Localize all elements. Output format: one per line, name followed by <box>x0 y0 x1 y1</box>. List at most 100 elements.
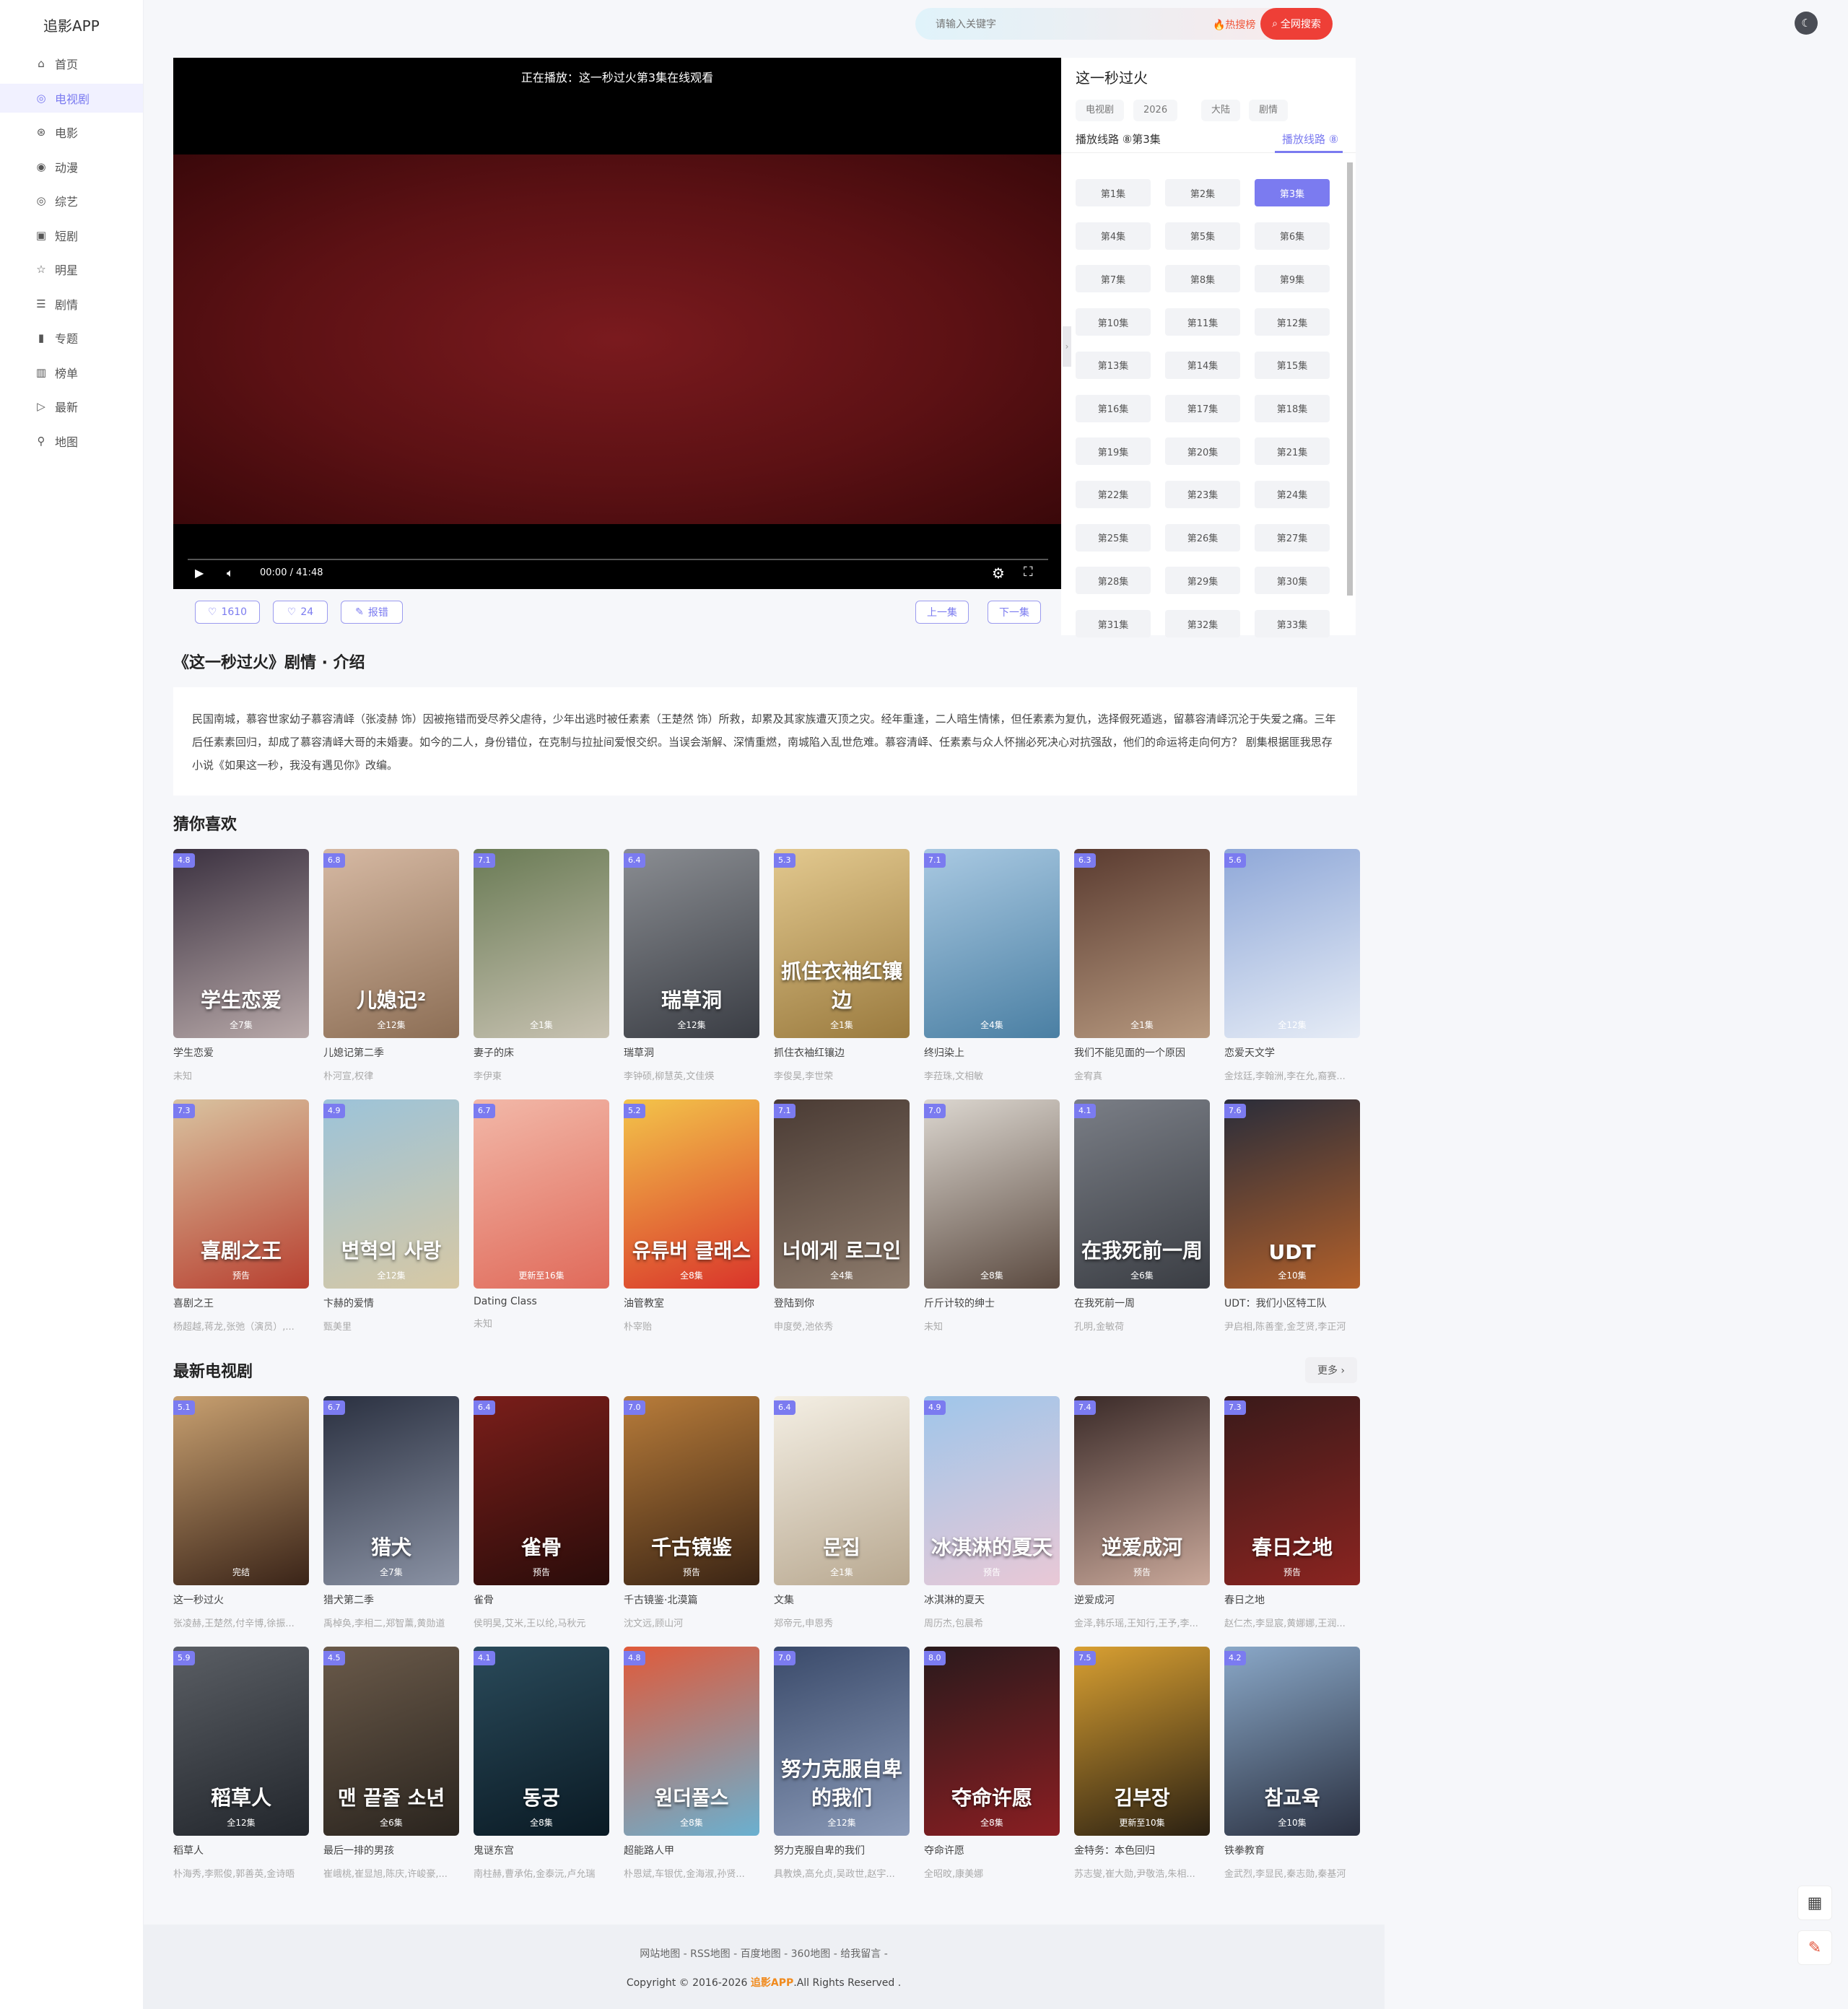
poster-image[interactable]: 7.1 너에게 로그인 全4集 <box>774 1099 910 1289</box>
episode-button[interactable]: 第20集 <box>1165 437 1240 466</box>
card-title[interactable]: 抓住衣袖红镶边 <box>774 1045 910 1060</box>
episode-button[interactable]: 第19集 <box>1076 437 1151 466</box>
poster-image[interactable]: 7.0 千古镜鉴 预告 <box>624 1396 759 1585</box>
media-card[interactable]: 4.9 冰淇淋的夏天 预告 冰淇淋的夏天 周历杰,包晨希 <box>924 1396 1060 1629</box>
volume-icon[interactable]: 🔈︎ <box>227 566 234 580</box>
card-title[interactable]: 冰淇淋的夏天 <box>924 1592 1060 1607</box>
episode-button[interactable]: 第2集 <box>1165 179 1240 206</box>
media-card[interactable]: 6.7 更新至16集 Dating Class 未知 <box>474 1099 609 1330</box>
episode-button[interactable]: 第3集 <box>1255 179 1330 206</box>
poster-image[interactable]: 4.5 맨 끝줄 소년 全6集 <box>323 1647 459 1836</box>
poster-image[interactable]: 7.0 努力克服自卑的我们 全12集 <box>774 1647 910 1836</box>
poster-image[interactable]: 6.4 문집 全1集 <box>774 1396 910 1585</box>
media-card[interactable]: 7.3 喜剧之王 预告 喜剧之王 杨超越,蒋龙,张弛（演员）,... <box>173 1099 309 1333</box>
poster-image[interactable]: 7.1 全1集 <box>474 849 609 1038</box>
play-icon[interactable]: ▶ <box>195 566 204 580</box>
footer-link[interactable]: 360地图 <box>791 1948 831 1960</box>
episode-button[interactable]: 第26集 <box>1165 523 1240 552</box>
poster-image[interactable]: 5.1 完结 <box>173 1396 309 1585</box>
episode-button[interactable]: 第16集 <box>1076 394 1151 422</box>
footer-brand[interactable]: 追影APP <box>751 1977 793 1989</box>
episode-button[interactable]: 第23集 <box>1165 480 1240 508</box>
poster-image[interactable]: 7.5 김부장 更新至10集 <box>1074 1647 1210 1836</box>
card-title[interactable]: 在我死前一周 <box>1074 1296 1210 1310</box>
poster-image[interactable]: 6.3 全1集 <box>1074 849 1210 1038</box>
episode-button[interactable]: 第30集 <box>1255 567 1330 595</box>
next-episode-button[interactable]: 下一集 <box>988 601 1041 624</box>
media-card[interactable]: 4.9 변혁의 사랑 全12集 卞赫的爱情 甄美里 <box>323 1099 459 1333</box>
collapse-panel-button[interactable]: › <box>1063 326 1071 367</box>
sidebar-item[interactable]: ⚲ 地图 <box>35 427 143 456</box>
episode-button[interactable]: 第9集 <box>1255 265 1330 293</box>
media-card[interactable]: 6.3 全1集 我们不能见面的一个原因 金宥真 <box>1074 849 1210 1082</box>
episode-scrollbar[interactable] <box>1347 162 1353 596</box>
card-title[interactable]: 铁拳教育 <box>1224 1843 1360 1857</box>
episode-button[interactable]: 第24集 <box>1255 480 1330 508</box>
poster-image[interactable]: 5.9 稻草人 全12集 <box>173 1647 309 1836</box>
card-title[interactable]: 喜剧之王 <box>173 1296 309 1310</box>
card-title[interactable]: 文集 <box>774 1592 910 1607</box>
poster-image[interactable]: 4.1 在我死前一周 全6集 <box>1074 1099 1210 1289</box>
sidebar-item[interactable]: ◉ 动漫 <box>35 152 143 181</box>
poster-image[interactable]: 6.8 儿媳记² 全12集 <box>323 849 459 1038</box>
report-button[interactable]: ✎ 报错 <box>341 601 403 624</box>
media-card[interactable]: 7.0 全8集 斤斤计较的绅士 未知 <box>924 1099 1060 1333</box>
poster-image[interactable]: 5.3 抓住衣袖红镶边 全1集 <box>774 849 910 1038</box>
fullscreen-icon[interactable]: ⛶ <box>1024 565 1033 580</box>
card-title[interactable]: 金特务：本色回归 <box>1074 1843 1210 1857</box>
poster-image[interactable]: 6.7 猎犬 全7集 <box>323 1396 459 1585</box>
card-title[interactable]: 卞赫的爱情 <box>323 1296 459 1310</box>
episode-button[interactable]: 第5集 <box>1165 222 1240 250</box>
poster-image[interactable]: 4.1 동궁 全8集 <box>474 1647 609 1836</box>
tag-chip[interactable]: 大陆 <box>1201 100 1241 121</box>
card-title[interactable]: 妻子的床 <box>474 1045 609 1060</box>
card-title[interactable]: 千古镜鉴·北漠篇 <box>624 1592 759 1607</box>
episode-button[interactable]: 第21集 <box>1255 437 1330 466</box>
card-title[interactable]: 儿媳记第二季 <box>323 1045 459 1060</box>
poster-image[interactable]: 7.1 全4集 <box>924 849 1060 1038</box>
card-title[interactable]: 努力克服自卑的我们 <box>774 1843 910 1857</box>
media-card[interactable]: 4.2 참교육 全10集 铁拳教育 金武烈,李显民,秦志勋,秦基河 <box>1224 1647 1360 1880</box>
card-title[interactable]: 这一秒过火 <box>173 1592 309 1607</box>
footer-link[interactable]: 给我留言 <box>840 1948 881 1960</box>
media-card[interactable]: 7.0 努力克服自卑的我们 全12集 努力克服自卑的我们 具教焕,高允贞,吴政世,赵宇.… <box>774 1647 910 1880</box>
sidebar-item[interactable]: ⊛ 电影 <box>35 118 143 147</box>
more-button[interactable]: 更多 › <box>1305 1357 1357 1383</box>
episode-button[interactable]: 第31集 <box>1076 610 1151 637</box>
card-title[interactable]: 鬼谜东宫 <box>474 1843 609 1857</box>
poster-image[interactable]: 4.9 冰淇淋的夏天 预告 <box>924 1396 1060 1585</box>
card-title[interactable]: 逆爱成河 <box>1074 1592 1210 1607</box>
media-card[interactable]: 7.6 UDT 全10集 UDT：我们小区特工队 尹启相,陈善奎,金芝贤,李正河 <box>1224 1099 1360 1333</box>
card-title[interactable]: 稻草人 <box>173 1843 309 1857</box>
media-card[interactable]: 6.4 瑞草洞 全12集 瑞草洞 李钟硕,柳慧英,文佳煐 <box>624 849 759 1082</box>
poster-image[interactable]: 7.3 喜剧之王 预告 <box>173 1099 309 1289</box>
tag-chip[interactable]: 剧情 <box>1249 100 1289 121</box>
card-title[interactable]: 夺命许愿 <box>924 1843 1060 1857</box>
search-input[interactable] <box>934 15 1197 34</box>
poster-image[interactable]: 5.2 유튜버 클래스 全8集 <box>624 1099 759 1289</box>
episode-button[interactable]: 第6集 <box>1255 222 1330 250</box>
media-card[interactable]: 7.3 春日之地 预告 春日之地 赵仁杰,李显宸,黄娜娜,王润... <box>1224 1396 1360 1629</box>
media-card[interactable]: 6.4 雀骨 预告 雀骨 侯明昊,艾米,王以纶,马秋元 <box>474 1396 609 1629</box>
poster-image[interactable]: 5.6 全12集 <box>1224 849 1360 1038</box>
episode-button[interactable]: 第27集 <box>1255 523 1330 552</box>
media-card[interactable]: 7.1 全4集 终归染上 李菈珠,文相敏 <box>924 849 1060 1082</box>
card-title[interactable]: 超能路人甲 <box>624 1843 759 1857</box>
sidebar-item[interactable]: ☰ 剧情 <box>35 289 143 318</box>
media-card[interactable]: 4.5 맨 끝줄 소년 全6集 最后一排的男孩 崔峨桃,崔显旭,陈庆,许峻豪,... <box>323 1647 459 1880</box>
poster-image[interactable]: 7.6 UDT 全10集 <box>1224 1099 1360 1289</box>
tag-chip[interactable]: 2026 <box>1133 100 1178 121</box>
tag-chip[interactable]: 电视剧 <box>1076 100 1125 121</box>
poster-image[interactable]: 8.0 夺命许愿 全8集 <box>924 1647 1060 1836</box>
poster-image[interactable]: 4.2 참교육 全10集 <box>1224 1647 1360 1836</box>
sidebar-item[interactable]: ⌂ 首页 <box>35 49 143 78</box>
footer-link[interactable]: 百度地图 <box>741 1948 781 1960</box>
poster-image[interactable]: 6.4 瑞草洞 全12集 <box>624 849 759 1038</box>
poster-image[interactable]: 4.9 변혁의 사랑 全12集 <box>323 1099 459 1289</box>
theme-toggle-button[interactable]: ☾ <box>1795 12 1818 35</box>
sidebar-item[interactable]: ◎ 综艺 <box>35 186 143 215</box>
media-card[interactable]: 5.2 유튜버 클래스 全8集 油管教室 朴宰贻 <box>624 1099 759 1333</box>
footer-link[interactable]: 网站地图 <box>640 1948 680 1960</box>
media-card[interactable]: 4.1 동궁 全8集 鬼谜东宫 南柱赫,曹承佑,金泰沅,卢允瑞 <box>474 1647 609 1880</box>
media-card[interactable]: 4.8 원더풀스 全8集 超能路人甲 朴恩斌,车银优,金海淑,孙贤... <box>624 1647 759 1880</box>
